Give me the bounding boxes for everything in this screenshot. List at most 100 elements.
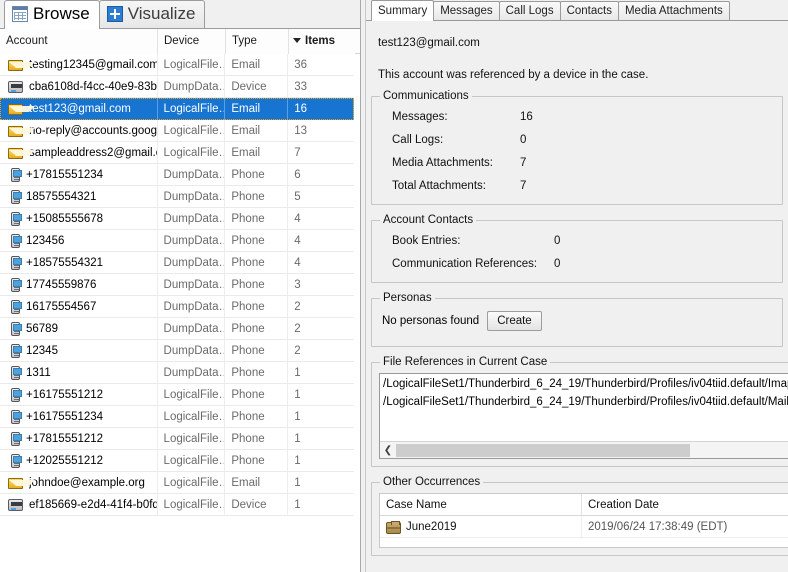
- table-row[interactable]: no-reply@accounts.googleLogicalFile…Emai…: [0, 120, 354, 142]
- column-header-account[interactable]: Account: [0, 29, 158, 54]
- table-row[interactable]: +12025551212LogicalFile…Phone1: [0, 450, 354, 472]
- table-row[interactable]: 12345DumpData…Phone2: [0, 340, 354, 362]
- file-references-horizontal-scrollbar[interactable]: ❮ ❯: [380, 441, 788, 458]
- tab-visualize[interactable]: Visualize: [99, 0, 206, 28]
- cell-items: 4: [288, 208, 354, 230]
- cell-type: Phone: [225, 274, 288, 296]
- cell-device: DumpData…: [158, 164, 226, 186]
- table-row[interactable]: 56789DumpData…Phone2: [0, 318, 354, 340]
- table-row[interactable]: cba6108d-f4cc-40e9-83b9DumpData…Device33: [0, 76, 354, 98]
- cell-creation-date: 2019/06/24 17:38:49 (EDT): [582, 516, 788, 537]
- cell-items: 2: [288, 318, 354, 340]
- other-occurrences-header: Case Name Creation Date: [380, 494, 788, 516]
- table-row[interactable]: 123456DumpData…Phone4: [0, 230, 354, 252]
- accounts-table-header: Account Device Type Items: [0, 29, 360, 54]
- other-occurrences-table[interactable]: Case Name Creation Date June2019 2019/06…: [379, 493, 788, 548]
- cell-account: 17745559876: [0, 274, 158, 296]
- email-icon: [8, 478, 23, 489]
- device-icon: [8, 81, 23, 93]
- detail-tab-media-attachments[interactable]: Media Attachments: [618, 1, 730, 20]
- cell-items: 33: [288, 76, 354, 98]
- personas-empty-row: No personas found Create: [378, 307, 776, 339]
- stat-row-book-entries: Book Entries: 0: [378, 229, 776, 252]
- stat-row-total-attachments: Total Attachments: 7: [378, 174, 776, 197]
- communications-legend: Communications: [380, 90, 472, 102]
- scrollbar-track[interactable]: [396, 443, 788, 458]
- cell-account: 16175554567: [0, 296, 158, 318]
- column-header-items[interactable]: Items: [289, 29, 355, 54]
- stat-row-media-attachments: Media Attachments: 7: [378, 151, 776, 174]
- cell-type: Phone: [225, 208, 288, 230]
- table-row[interactable]: +17815551212LogicalFile…Phone1: [0, 428, 354, 450]
- stat-label-communication-references: Communication References:: [392, 258, 554, 270]
- cell-type: Phone: [225, 230, 288, 252]
- column-header-case-name[interactable]: Case Name: [380, 494, 582, 515]
- cell-account-label: 18575554321: [26, 186, 96, 208]
- account-description: This account was referenced by a device …: [370, 69, 784, 81]
- detail-tab-call-logs[interactable]: Call Logs: [499, 1, 561, 20]
- cell-items: 36: [288, 54, 354, 76]
- stat-row-communication-references: Communication References: 0: [378, 252, 776, 275]
- table-row[interactable]: 17745559876DumpData…Phone3: [0, 274, 354, 296]
- phone-icon: [11, 344, 20, 358]
- table-row[interactable]: sampleaddress2@gmail.comLogicalFile…Emai…: [0, 142, 354, 164]
- column-header-device[interactable]: Device: [158, 29, 226, 54]
- device-icon: [8, 499, 23, 511]
- column-header-creation-date[interactable]: Creation Date: [582, 494, 788, 515]
- file-reference-item[interactable]: /LogicalFileSet1/Thunderbird_6_24_19/Thu…: [380, 374, 788, 392]
- cell-device: DumpData…: [158, 186, 226, 208]
- phone-icon: [11, 190, 20, 204]
- phone-icon: [11, 300, 20, 314]
- table-row[interactable]: ef185669-e2d4-41f4-b0fdLogicalFile…Devic…: [0, 494, 354, 516]
- table-row[interactable]: 18575554321DumpData…Phone5: [0, 186, 354, 208]
- table-row[interactable]: +16175551234LogicalFile…Phone1: [0, 406, 354, 428]
- cell-account: +17815551212: [0, 428, 158, 450]
- stat-label-call-logs: Call Logs:: [392, 134, 520, 146]
- personas-group: Personas No personas found Create: [371, 292, 783, 347]
- cell-type: Phone: [225, 164, 288, 186]
- chevron-left-icon[interactable]: ❮: [380, 442, 396, 458]
- table-row[interactable]: 1311DumpData…Phone1: [0, 362, 354, 384]
- table-row[interactable]: 16175554567DumpData…Phone2: [0, 296, 354, 318]
- cell-account-label: 123456: [26, 230, 64, 252]
- scrollbar-thumb[interactable]: [396, 444, 690, 457]
- detail-tab-contacts[interactable]: Contacts: [560, 1, 619, 20]
- accounts-table-body[interactable]: testing12345@gmail.comLogicalFile…Email3…: [0, 54, 355, 572]
- cell-items: 16: [288, 98, 354, 120]
- table-row[interactable]: testing12345@gmail.comLogicalFile…Email3…: [0, 54, 354, 76]
- cell-account: ef185669-e2d4-41f4-b0fd: [0, 494, 158, 516]
- cell-device: DumpData…: [158, 340, 226, 362]
- cell-account-label: 56789: [26, 318, 58, 340]
- table-row[interactable]: June2019 2019/06/24 17:38:49 (EDT): [380, 516, 788, 538]
- cell-account-label: sampleaddress2@gmail.com: [29, 142, 157, 164]
- cell-account-label: cba6108d-f4cc-40e9-83b9: [29, 76, 157, 98]
- column-header-type[interactable]: Type: [226, 29, 289, 54]
- cell-items: 4: [288, 252, 354, 274]
- cell-device: DumpData…: [158, 252, 226, 274]
- phone-icon: [11, 454, 20, 468]
- cell-account: 123456: [0, 230, 158, 252]
- file-references-list[interactable]: /LogicalFileSet1/Thunderbird_6_24_19/Thu…: [379, 373, 788, 459]
- tab-browse[interactable]: Browse: [4, 0, 100, 29]
- stat-label-total-attachments: Total Attachments:: [392, 180, 520, 192]
- file-reference-item[interactable]: /LogicalFileSet1/Thunderbird_6_24_19/Thu…: [380, 392, 788, 410]
- case-icon: [386, 522, 401, 534]
- detail-tab-messages[interactable]: Messages: [433, 1, 499, 20]
- table-row[interactable]: johndoe@example.orgLogicalFile…Email1: [0, 472, 354, 494]
- cell-account: +15085555678: [0, 208, 158, 230]
- table-row[interactable]: +18575554321DumpData…Phone4: [0, 252, 354, 274]
- table-row[interactable]: +17815551234DumpData…Phone6: [0, 164, 354, 186]
- cell-items: 1: [288, 362, 354, 384]
- table-row[interactable]: +16175551212LogicalFile…Phone1: [0, 384, 354, 406]
- phone-icon: [11, 234, 20, 248]
- table-row[interactable]: test123@gmail.comLogicalFile…Email16: [0, 98, 354, 120]
- create-persona-button[interactable]: Create: [487, 311, 542, 331]
- cell-items: 2: [288, 340, 354, 362]
- cell-account-label: +12025551212: [26, 450, 103, 472]
- table-row[interactable]: +15085555678DumpData…Phone4: [0, 208, 354, 230]
- detail-tab-summary[interactable]: Summary: [371, 0, 434, 21]
- cell-device: LogicalFile…: [158, 428, 226, 450]
- cell-type: Phone: [225, 384, 288, 406]
- summary-tab-content: test123@gmail.com This account was refer…: [366, 21, 788, 572]
- email-icon: [8, 60, 23, 71]
